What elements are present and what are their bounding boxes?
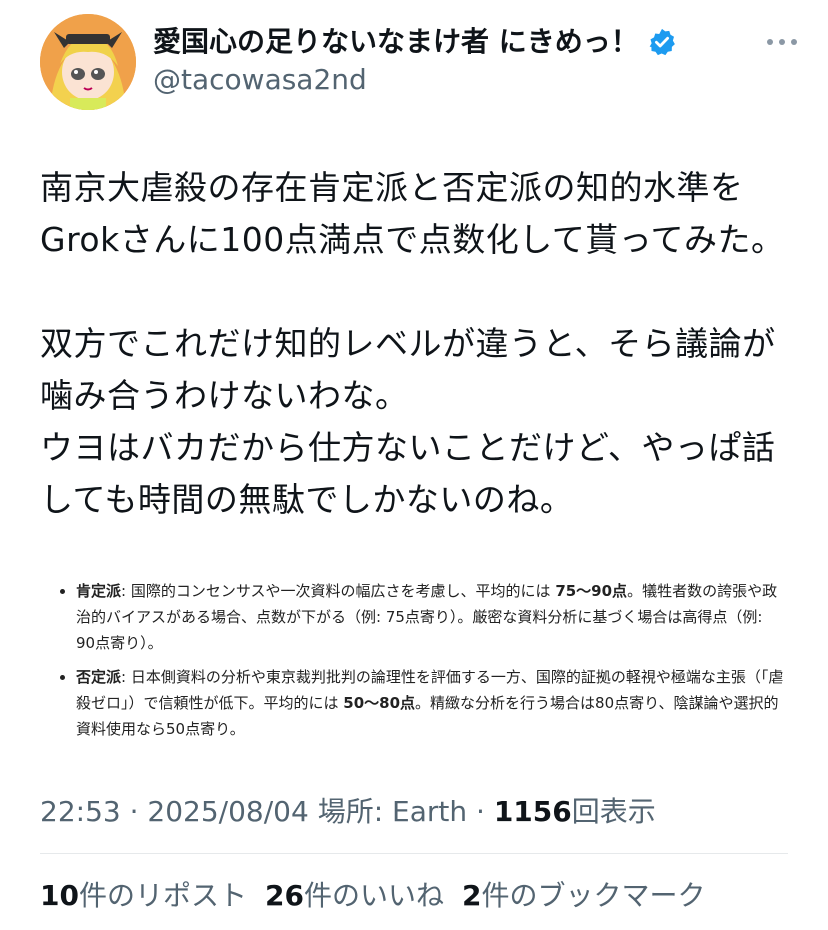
tweet-date[interactable]: 2025/08/04 (147, 795, 308, 828)
reposts-count: 10 (40, 879, 79, 912)
list-item: 肯定派: 国際的コンセンサスや一次資料の幅広さを考慮し、平均的には 75～90点… (76, 578, 784, 656)
item-label: 肯定派 (76, 582, 122, 600)
avatar-image (40, 14, 136, 110)
item-score: 75～90点 (555, 582, 628, 600)
likes-count: 26 (264, 879, 304, 912)
separator: · (120, 795, 148, 828)
more-icon[interactable] (764, 30, 800, 54)
reposts-label: 件のリポスト (78, 879, 247, 912)
tweet-time[interactable]: 22:53 (40, 795, 121, 828)
display-name[interactable]: 愛国心の足りないなまけ者 にきめっ！ (153, 24, 677, 60)
bookmarks-stat[interactable]: 2件のブックマーク (462, 879, 706, 912)
views-count[interactable]: 1156 (494, 795, 572, 828)
avatar[interactable] (40, 14, 136, 110)
user-handle[interactable]: @tacowasa2nd (153, 62, 677, 98)
reposts-stat[interactable]: 10件のリポスト (40, 879, 247, 912)
display-name-text[interactable]: 愛国心の足りないなまけ者 にきめっ！ (153, 24, 639, 60)
bookmarks-label: 件のブックマーク (481, 879, 706, 912)
tweet-meta: 22:53 · 2025/08/04 場所: Earth · 1156回表示 (40, 790, 656, 830)
item-score: 50～80点 (343, 694, 416, 712)
tweet-header: 愛国心の足りないなまけ者 にきめっ！ @tacowasa2nd (40, 14, 800, 114)
item-text: : 国際的コンセンサスや一次資料の幅広さを考慮し、平均的には (121, 582, 556, 600)
tweet-location: 場所: Earth (308, 795, 468, 828)
list-item: 否定派: 日本側資料の分析や東京裁判批判の論理性を評価する一方、国際的証拠の軽視… (76, 664, 784, 742)
verified-badge-icon (649, 28, 675, 56)
bullet-list: 肯定派: 国際的コンセンサスや一次資料の幅広さを考慮し、平均的には 75～90点… (54, 578, 784, 742)
views-label[interactable]: 回表示 (572, 795, 656, 828)
engagement-stats: 10件のリポスト 26件のいいね 2件のブックマーク (40, 874, 723, 914)
separator: · (467, 795, 494, 828)
embedded-screenshot: 肯定派: 国際的コンセンサスや一次資料の幅広さを考慮し、平均的には 75～90点… (54, 578, 784, 750)
likes-label: 件のいいね (303, 879, 444, 912)
user-names[interactable]: 愛国心の足りないなまけ者 にきめっ！ @tacowasa2nd (153, 24, 677, 98)
bookmarks-count: 2 (461, 879, 482, 912)
tweet-text: 南京大虐殺の存在肯定派と否定派の知的水準を Grokさんに100点満点で点数化し… (40, 168, 785, 519)
item-label: 否定派 (76, 668, 122, 686)
divider (40, 853, 788, 854)
likes-stat[interactable]: 26件のいいね (265, 879, 444, 912)
